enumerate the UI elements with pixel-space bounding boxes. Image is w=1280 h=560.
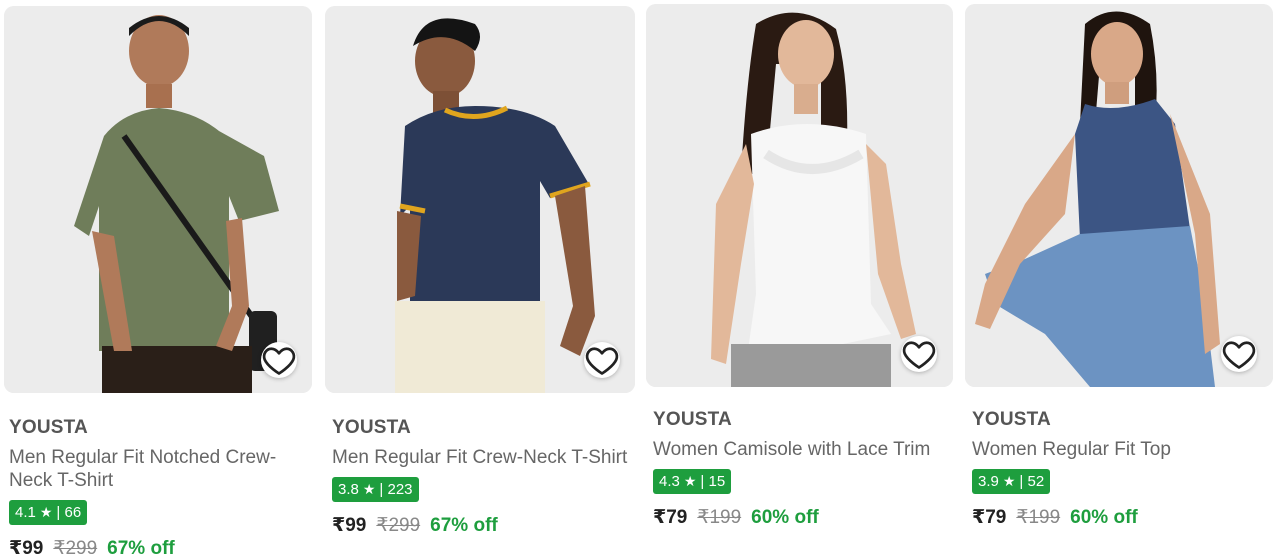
rating-count: | 52 — [1019, 473, 1045, 490]
heart-icon — [1222, 341, 1256, 369]
star-icon: ★ — [683, 473, 697, 489]
wishlist-button[interactable] — [584, 342, 620, 378]
wishlist-button[interactable] — [901, 336, 937, 372]
original-price: ₹299 — [376, 515, 421, 536]
star-icon: ★ — [39, 504, 53, 520]
product-image[interactable] — [4, 6, 312, 393]
rating-count: | 223 — [379, 481, 413, 498]
selling-price: ₹99 — [332, 515, 367, 536]
product-image[interactable] — [965, 4, 1273, 387]
product-brand: YOUSTA — [653, 409, 732, 430]
product-photo-illustration — [646, 4, 953, 387]
heart-icon — [262, 347, 296, 375]
product-title[interactable]: Men Regular Fit Notched Crew-Neck T-Shir… — [9, 446, 312, 492]
product-photo-illustration — [325, 6, 635, 393]
price-row: ₹79 ₹199 60% off — [972, 506, 1273, 529]
star-icon: ★ — [1002, 473, 1016, 489]
wishlist-button[interactable] — [261, 342, 297, 378]
product-card[interactable]: YOUSTA Men Regular Fit Notched Crew-Neck… — [4, 6, 312, 560]
product-image[interactable] — [325, 6, 635, 393]
original-price: ₹199 — [697, 507, 742, 528]
original-price: ₹199 — [1016, 507, 1061, 528]
selling-price: ₹79 — [972, 507, 1007, 528]
product-image[interactable] — [646, 4, 953, 387]
product-photo-illustration — [965, 4, 1273, 387]
product-title[interactable]: Women Regular Fit Top — [972, 438, 1273, 461]
rating-badge: 4.3 ★ | 15 — [653, 469, 732, 494]
price-row: ₹99 ₹299 67% off — [332, 514, 635, 537]
product-brand: YOUSTA — [9, 417, 88, 438]
rating-badge: 3.9 ★ | 52 — [972, 469, 1051, 494]
rating-count: | 66 — [56, 504, 82, 521]
rating-badge: 3.8 ★ | 223 — [332, 477, 419, 502]
rating-value: 4.1 — [15, 504, 36, 521]
product-card[interactable]: YOUSTA Men Regular Fit Crew-Neck T-Shirt… — [325, 6, 635, 537]
product-brand: YOUSTA — [972, 409, 1051, 430]
product-card[interactable]: YOUSTA Women Regular Fit Top 3.9 ★ | 52 … — [965, 4, 1273, 529]
product-brand: YOUSTA — [332, 417, 411, 438]
product-card[interactable]: YOUSTA Women Camisole with Lace Trim 4.3… — [646, 4, 953, 529]
discount-label: 60% off — [1070, 507, 1138, 528]
rating-value: 3.9 — [978, 473, 999, 490]
wishlist-button[interactable] — [1221, 336, 1257, 372]
product-title[interactable]: Women Camisole with Lace Trim — [653, 438, 953, 461]
rating-count: | 15 — [700, 473, 726, 490]
product-title[interactable]: Men Regular Fit Crew-Neck T-Shirt — [332, 446, 635, 469]
heart-icon — [902, 341, 936, 369]
product-photo-illustration — [4, 6, 312, 393]
price-row: ₹79 ₹199 60% off — [653, 506, 953, 529]
rating-badge: 4.1 ★ | 66 — [9, 500, 88, 525]
star-icon: ★ — [362, 481, 376, 497]
heart-icon — [585, 347, 619, 375]
selling-price: ₹79 — [653, 507, 688, 528]
discount-label: 60% off — [751, 507, 819, 528]
discount-label: 67% off — [430, 515, 498, 536]
rating-value: 3.8 — [338, 481, 359, 498]
rating-value: 4.3 — [659, 473, 680, 490]
